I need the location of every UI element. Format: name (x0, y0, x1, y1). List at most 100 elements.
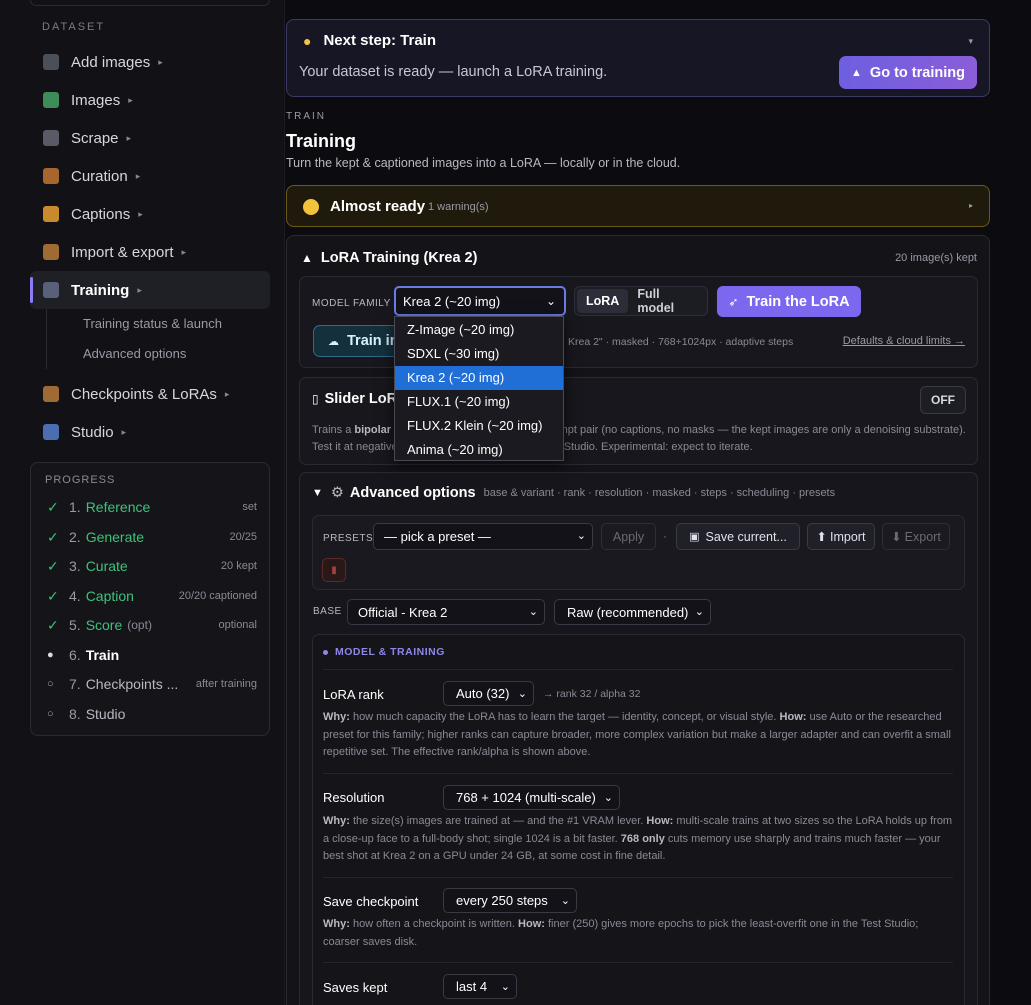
lora-rank-value: Auto (32) (456, 686, 510, 701)
base-model-select[interactable]: Official - Krea 2 ⌄ (347, 599, 545, 625)
save-current-preset-button[interactable]: ▣ Save current... (676, 523, 800, 550)
step-meta: set (242, 501, 257, 513)
floppy-disk-icon: ▣ (689, 531, 700, 543)
how-label: How: (518, 918, 545, 930)
saves-kept-value: last 4 (456, 979, 488, 994)
broom-icon (43, 168, 59, 184)
save-checkpoint-value: every 250 steps (456, 893, 548, 908)
mode-lora-button[interactable]: LoRA (577, 289, 629, 313)
preset-value: — pick a preset — (384, 529, 491, 544)
step-meta: 20/20 captioned (178, 590, 257, 602)
chevron-right-icon: ▸ (137, 284, 142, 295)
subnav-training-status[interactable]: Training status & launch (83, 309, 270, 339)
progress-step-checkpoints[interactable]: ○ 7. Checkpoints ... after training (47, 673, 257, 695)
advanced-options-header[interactable]: ▼ ⚙ Advanced options base & variant · ra… (312, 485, 835, 501)
sidebar-item-label: Add images (71, 53, 151, 71)
progress-step-score[interactable]: ✓ 5. Score (opt) optional (47, 614, 257, 636)
training-summary-meta: Krea 2" · masked · 768+1024px · adaptive… (568, 336, 794, 348)
step-number: 2. (69, 529, 81, 545)
import-preset-button[interactable]: ⬆ Import (807, 523, 875, 550)
progress-step-reference[interactable]: ✓ 1. Reference set (47, 496, 257, 518)
sidebar-item-scrape[interactable]: Scrape ▸ (30, 119, 270, 157)
web-icon (43, 130, 59, 146)
chevron-down-icon: ⌄ (576, 530, 586, 542)
gear-icon: ⚙ (330, 485, 344, 501)
sidebar-item-checkpoints[interactable]: Checkpoints & LoRAs ▸ (30, 375, 270, 413)
why-label: Why: (323, 918, 350, 930)
advanced-options-summary: base & variant · rank · resolution · mas… (483, 487, 836, 499)
sidebar-item-curation[interactable]: Curation ▸ (30, 157, 270, 195)
how-label: How: (646, 815, 674, 827)
lora-rank-effective: → rank 32 / alpha 32 (543, 688, 641, 700)
apply-preset-button[interactable]: Apply (601, 523, 656, 550)
bullet-dot-icon (323, 649, 328, 655)
warning-dot-icon (303, 199, 319, 215)
trash-icon: ▮ (331, 564, 337, 576)
slider-toggle-button[interactable]: OFF (920, 386, 966, 414)
collapse-caret-icon[interactable]: ▾ (968, 36, 973, 47)
progress-step-caption[interactable]: ✓ 4. Caption 20/20 captioned (47, 585, 257, 607)
defaults-cloud-limits-link[interactable]: Defaults & cloud limits → (843, 335, 965, 347)
model-option[interactable]: Anima (~20 img) (395, 438, 563, 462)
package-icon (43, 386, 59, 402)
sidebar-item-add-images[interactable]: Add images ▸ (30, 43, 270, 81)
model-option-selected[interactable]: Krea 2 (~20 img) (395, 366, 563, 390)
progress-step-studio[interactable]: ○ 8. Studio (47, 703, 257, 725)
sidebar-item-import-export[interactable]: Import & export ▸ (30, 233, 270, 271)
sidebar-item-images[interactable]: Images ▸ (30, 81, 270, 119)
subnav-advanced-options[interactable]: Advanced options (83, 339, 270, 369)
chevron-down-icon: ⌄ (545, 294, 556, 308)
delete-preset-button[interactable]: ▮ (322, 558, 346, 582)
section-tag: TRAIN (286, 111, 326, 122)
next-step-subtitle: Your dataset is ready — launch a LoRA tr… (299, 64, 608, 80)
sidebar-item-training[interactable]: Training ▸ (30, 271, 270, 309)
cloud-icon: ☁ (328, 335, 339, 348)
triangle-down-icon: ▼ (312, 487, 323, 499)
preset-select[interactable]: — pick a preset — ⌄ (373, 523, 593, 550)
help-text: how often a checkpoint is written. (349, 918, 519, 930)
help-text: the size(s) images are trained at — and … (349, 815, 647, 827)
lightbulb-icon: ● (303, 32, 312, 49)
sidebar-item-captions[interactable]: Captions ▸ (30, 195, 270, 233)
expand-caret-icon[interactable]: ▸ (969, 201, 973, 210)
download-arrow-icon: ⬇ (891, 530, 902, 544)
saves-kept-label: Saves kept (323, 980, 388, 995)
kept-count: 20 image(s) kept (895, 252, 977, 264)
step-number: 1. (69, 499, 81, 515)
progress-step-train[interactable]: ● 6. Train (47, 644, 257, 666)
control-knobs-icon (43, 424, 59, 440)
save-checkpoint-help: Why: how often a checkpoint is written. … (323, 916, 953, 951)
model-family-select[interactable]: Krea 2 (~20 img) ⌄ (394, 286, 566, 316)
model-family-dropdown: Z-Image (~20 img) SDXL (~30 img) Krea 2 … (394, 316, 564, 461)
export-preset-button[interactable]: ⬇ Export (882, 523, 950, 550)
model-option[interactable]: FLUX.1 (~20 img) (395, 390, 563, 414)
lora-rank-select[interactable]: Auto (32) ⌄ (443, 681, 534, 706)
sidebar-nav: Add images ▸ Images ▸ Scrape ▸ Curation … (30, 43, 270, 451)
resolution-select[interactable]: 768 + 1024 (multi-scale) ⌄ (443, 785, 620, 810)
progress-step-curate[interactable]: ✓ 3. Curate 20 kept (47, 555, 257, 577)
lora-training-card: ▲ LoRA Training (Krea 2) 20 image(s) kep… (286, 235, 990, 1005)
save-checkpoint-select[interactable]: every 250 steps ⌄ (443, 888, 577, 913)
sidebar-item-studio[interactable]: Studio ▸ (30, 413, 270, 451)
base-variant-select[interactable]: Raw (recommended) ⌄ (554, 599, 711, 625)
saves-kept-select[interactable]: last 4 ⌄ (443, 974, 517, 999)
step-label: Train (85, 647, 120, 663)
step-optional-tag: (opt) (127, 618, 152, 632)
sidebar-section-label: DATASET (42, 21, 106, 33)
go-to-training-button[interactable]: ▲ Go to training (839, 56, 977, 89)
chevron-down-icon: ⌄ (560, 895, 570, 907)
train-lora-button[interactable]: ➶ Train the LoRA (717, 286, 861, 317)
model-option[interactable]: SDXL (~30 img) (395, 342, 563, 366)
progress-step-generate[interactable]: ✓ 2. Generate 20/25 (47, 526, 257, 548)
chevron-right-icon: ▸ (138, 208, 143, 219)
save-current-label: Save current... (705, 529, 787, 544)
sidebar: DATASET Add images ▸ Images ▸ Scrape ▸ C… (0, 0, 285, 1005)
warning-banner[interactable]: Almost ready 1 warning(s) ▸ (286, 185, 990, 227)
chevron-right-icon: ▸ (181, 246, 187, 257)
mode-full-model-button[interactable]: Full model (628, 282, 705, 320)
model-training-section: MODEL & TRAINING LoRA rank Auto (32) ⌄ →… (312, 634, 965, 1005)
step-label: Generate (85, 529, 145, 545)
model-option[interactable]: FLUX.2 Klein (~20 img) (395, 414, 563, 438)
model-option[interactable]: Z-Image (~20 img) (395, 318, 563, 342)
step-number: 6. (69, 647, 81, 663)
